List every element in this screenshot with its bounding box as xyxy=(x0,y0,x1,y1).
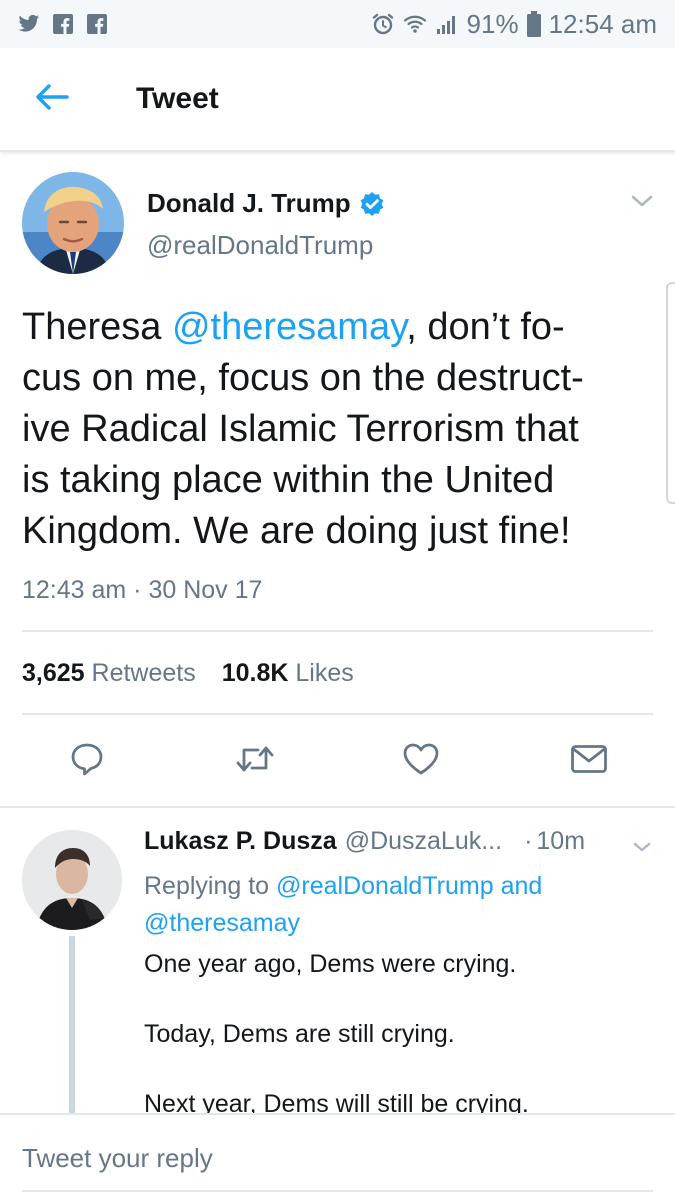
chevron-down-icon[interactable] xyxy=(631,838,653,856)
replying-to: Replying to @realDonaldTrump and @theres… xyxy=(144,872,543,937)
likes-label: Likes xyxy=(295,659,354,687)
clock: 12:54 am xyxy=(548,8,657,39)
battery-percent: 91% xyxy=(466,8,519,39)
tweet-actions xyxy=(0,736,675,786)
twitter-icon xyxy=(18,13,40,35)
likes-stat[interactable]: 10.8K Likes xyxy=(222,659,354,688)
system-status: 91% 12:54 am xyxy=(371,9,657,40)
reply-text: One year ago, Dems were crying. Today, D… xyxy=(144,946,654,1113)
reply-input[interactable]: Tweet your reply xyxy=(22,1143,213,1174)
avatar[interactable] xyxy=(22,172,124,274)
reply-header: Lukasz P. Dusza @DuszaLuk... · 10m xyxy=(144,827,585,856)
reply-author-handle[interactable]: @DuszaLuk... xyxy=(345,827,502,856)
tweet-line: is taking place within the United xyxy=(22,459,555,501)
tweet-line: Theresa @theresamay, don’t fo- xyxy=(22,306,565,348)
reply-author-name[interactable]: Lukasz P. Dusza xyxy=(144,827,337,856)
reply-paragraph: Today, Dems are still crying. xyxy=(144,1020,455,1048)
chevron-down-icon[interactable] xyxy=(628,190,656,212)
retweets-count: 3,625 xyxy=(22,659,85,687)
tweet-line: ive Radical Islamic Terrorism that xyxy=(22,408,579,450)
status-bar: 91% 12:54 am xyxy=(0,0,675,48)
retweet-button[interactable] xyxy=(230,736,280,786)
alarm-icon xyxy=(371,12,395,36)
notification-icons xyxy=(18,13,108,35)
tweet-line: Kingdom. We are doing just fine! xyxy=(22,510,571,552)
replying-to-user-link[interactable]: @realDonaldTrump xyxy=(276,872,494,900)
reply-paragraph: One year ago, Dems were crying. xyxy=(144,950,517,978)
heart-icon xyxy=(402,742,440,781)
facebook-icon xyxy=(52,13,74,35)
arrow-left-icon xyxy=(34,83,70,116)
retweet-icon xyxy=(235,742,275,781)
wifi-icon xyxy=(403,12,427,36)
app-header: Tweet xyxy=(0,48,675,152)
battery-icon xyxy=(526,11,541,37)
share-button[interactable] xyxy=(564,736,614,786)
author-handle[interactable]: @realDonaldTrump xyxy=(147,230,373,261)
reply-tweet[interactable]: Lukasz P. Dusza @DuszaLuk... · 10m Reply… xyxy=(0,808,675,1113)
tweet-line: cus on me, focus on the destruct- xyxy=(22,357,584,399)
divider xyxy=(22,630,653,632)
reply-timestamp: 10m xyxy=(536,827,586,855)
like-button[interactable] xyxy=(396,736,446,786)
page-title: Tweet xyxy=(136,82,219,115)
reply-compose-bar: Tweet your reply xyxy=(0,1113,675,1200)
tweet-text: Theresa @theresamay, don’t fo- cus on me… xyxy=(22,302,652,557)
retweets-stat[interactable]: 3,625 Retweets xyxy=(22,659,196,688)
reply-button[interactable] xyxy=(62,736,112,786)
main-tweet: Donald J. Trump @realDonaldTrump Theresa… xyxy=(0,152,675,808)
tweet-timestamp: 12:43 am · 30 Nov 17 xyxy=(22,576,263,604)
retweets-label: Retweets xyxy=(91,659,196,687)
back-button[interactable] xyxy=(22,69,82,129)
scroll-indicator[interactable] xyxy=(666,282,675,504)
replying-to-user-link[interactable]: @theresamay xyxy=(144,909,300,937)
divider xyxy=(22,713,653,715)
thread-connector xyxy=(69,936,75,1113)
avatar[interactable] xyxy=(22,830,122,930)
verified-badge-icon xyxy=(359,191,385,217)
reply-paragraph: Next year, Dems will still be crying. xyxy=(144,1090,529,1113)
separator-dot: · xyxy=(524,827,533,855)
facebook-icon xyxy=(86,13,108,35)
likes-count: 10.8K xyxy=(221,659,289,687)
author-name[interactable]: Donald J. Trump xyxy=(147,188,385,219)
envelope-icon xyxy=(570,744,608,779)
reply-icon xyxy=(69,741,105,782)
signal-icon xyxy=(435,12,459,36)
input-underline xyxy=(22,1190,653,1192)
tweet-stats: 3,625 Retweets 10.8K Likes xyxy=(22,659,354,688)
mention-link[interactable]: @theresamay xyxy=(172,306,406,348)
author-name-text: Donald J. Trump xyxy=(147,188,351,218)
